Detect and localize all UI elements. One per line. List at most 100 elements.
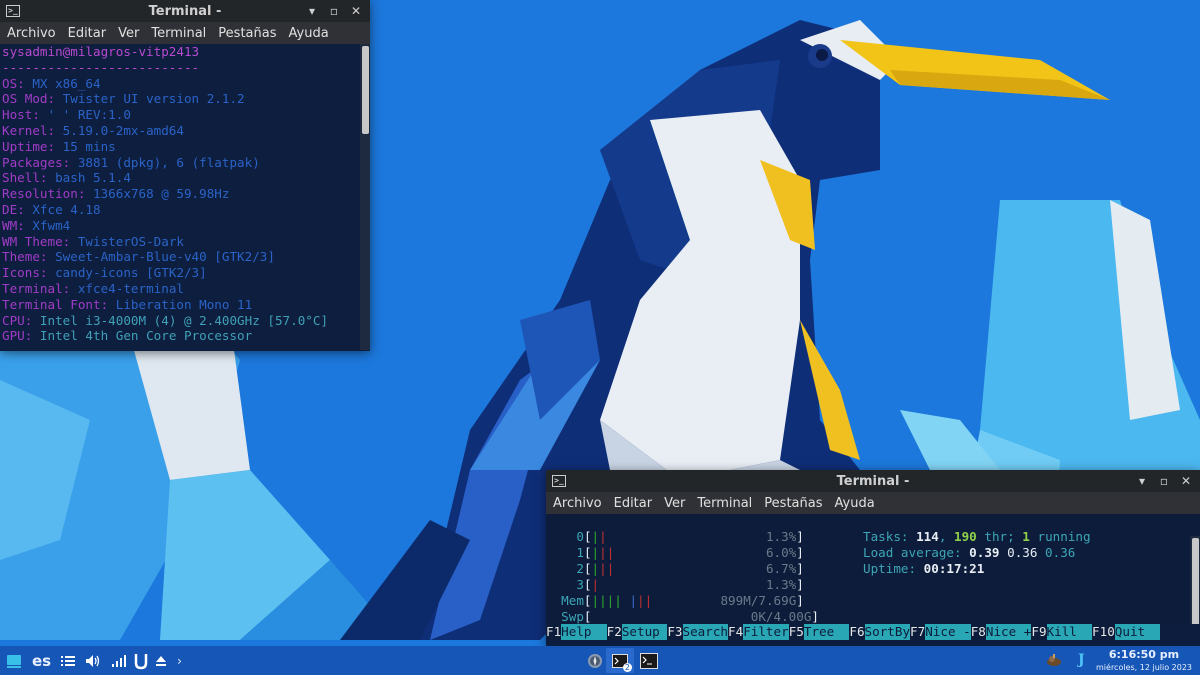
info-value: Liberation Mono 11 bbox=[108, 296, 253, 312]
menu-editar[interactable]: Editar bbox=[62, 26, 113, 41]
taskbar-terminal-button[interactable] bbox=[637, 650, 661, 672]
menu-ayuda[interactable]: Ayuda bbox=[829, 496, 881, 511]
function-key-label: Nice - bbox=[925, 624, 971, 640]
chevron-right-icon[interactable]: › bbox=[177, 646, 182, 675]
info-key: Kernel: bbox=[2, 122, 56, 138]
info-line: Terminal: xfce4-terminal bbox=[2, 281, 370, 297]
info-line: Icons: candy-icons [GTK2/3] bbox=[2, 265, 370, 281]
cpu-percent: 6.0% bbox=[765, 545, 797, 560]
function-key-f9[interactable]: F9 Kill bbox=[1031, 624, 1093, 640]
function-key-f8[interactable]: F8 Nice + bbox=[970, 624, 1032, 640]
menu-editar[interactable]: Editar bbox=[608, 496, 659, 511]
function-key-f3[interactable]: F3 Search bbox=[667, 624, 729, 640]
uptime-label: Uptime: bbox=[863, 561, 917, 576]
function-key-f2[interactable]: F2 Setup bbox=[606, 624, 668, 640]
function-key-f10[interactable]: F10 Quit bbox=[1092, 624, 1161, 640]
network-signal-icon[interactable] bbox=[111, 646, 127, 675]
menu-terminal[interactable]: Terminal bbox=[145, 26, 212, 41]
function-key-number: F10 bbox=[1092, 624, 1115, 640]
task-count-badge: 2 bbox=[622, 663, 632, 672]
mem-value: 899M/7.69G bbox=[720, 593, 797, 608]
function-key-f1[interactable]: F1 Help bbox=[546, 624, 607, 640]
user-host-line: sysadmin@milagros-vitp2413 bbox=[2, 44, 200, 59]
scrollbar-thumb[interactable] bbox=[1192, 538, 1199, 624]
app-menu-icon[interactable] bbox=[6, 646, 22, 675]
taskbar-terminal-group[interactable]: 2 bbox=[606, 648, 634, 673]
menu-ver[interactable]: Ver bbox=[112, 26, 145, 41]
function-key-f4[interactable]: F4 Filter bbox=[728, 624, 789, 640]
weather-icon[interactable] bbox=[1046, 652, 1062, 672]
minimize-button[interactable]: ▾ bbox=[302, 4, 322, 18]
compass-icon[interactable] bbox=[583, 650, 607, 672]
function-key-label: SortBy bbox=[864, 624, 911, 640]
threads-count: 190 bbox=[954, 529, 977, 544]
info-value: 15 mins bbox=[55, 138, 116, 154]
cpu-meter: 3[| 1.3%] bbox=[576, 577, 804, 592]
info-key: Packages: bbox=[2, 154, 71, 170]
close-button[interactable]: ✕ bbox=[1176, 474, 1196, 488]
info-key: DE: bbox=[2, 201, 25, 217]
keyboard-layout-indicator[interactable]: es bbox=[32, 646, 51, 675]
load-5min: 0.36 bbox=[1007, 545, 1038, 560]
scrollbar[interactable] bbox=[1190, 536, 1200, 624]
terminal-window-neofetch[interactable]: >_ Terminal - ▾ ▫ ✕ Archivo Editar Ver T… bbox=[0, 0, 370, 351]
info-line: Kernel: 5.19.0-2mx-amd64 bbox=[2, 123, 370, 139]
info-value: ' ' REV:1.0 bbox=[39, 107, 131, 123]
mem-label: Mem bbox=[561, 593, 584, 608]
info-line: WM Theme: TwisterOS-Dark bbox=[2, 234, 370, 250]
function-key-f6[interactable]: F6 SortBy bbox=[849, 624, 911, 640]
tasks-label: Tasks: bbox=[863, 529, 909, 544]
maximize-button[interactable]: ▫ bbox=[1154, 474, 1174, 488]
terminal-output[interactable]: sysadmin@milagros-vitp2413 --------------… bbox=[0, 44, 370, 350]
scrollbar-thumb[interactable] bbox=[362, 46, 369, 134]
menu-ayuda[interactable]: Ayuda bbox=[283, 26, 335, 41]
info-key: Shell: bbox=[2, 170, 48, 186]
function-key-label: Search bbox=[682, 624, 729, 640]
scrollbar[interactable] bbox=[360, 44, 370, 350]
window-titlebar[interactable]: >_ Terminal - ▾ ▫ ✕ bbox=[0, 0, 370, 22]
htop-output[interactable]: 0[|| 1.3%] 1[||| 6.0%] 2[||| 6.7%] 3[| 1… bbox=[546, 514, 1200, 624]
tasks-count: 114 bbox=[916, 529, 939, 544]
info-value: Twister UI version 2.1.2 bbox=[55, 91, 245, 107]
menu-archivo[interactable]: Archivo bbox=[0, 26, 62, 41]
info-line: DE: Xfce 4.18 bbox=[2, 202, 370, 218]
function-key-label: Filter bbox=[743, 624, 789, 640]
load-15min: 0.36 bbox=[1045, 545, 1076, 560]
info-key: CPU: bbox=[2, 312, 33, 328]
info-line: OS Mod: Twister UI version 2.1.2 bbox=[2, 91, 370, 107]
load-average: Load average: 0.39 0.36 0.36 bbox=[863, 545, 1075, 561]
window-title: Terminal - bbox=[836, 473, 910, 489]
info-line: CPU: Intel i3-4000M (4) @ 2.400GHz [57.0… bbox=[2, 313, 370, 329]
menu-ver[interactable]: Ver bbox=[658, 496, 691, 511]
info-key: Uptime: bbox=[2, 138, 56, 154]
updater-icon[interactable] bbox=[133, 646, 149, 675]
volume-icon[interactable] bbox=[85, 646, 101, 675]
function-key-number: F4 bbox=[728, 624, 744, 640]
updater-tray-icon[interactable]: J bbox=[1078, 652, 1085, 668]
menu-terminal[interactable]: Terminal bbox=[691, 496, 758, 511]
minimize-button[interactable]: ▾ bbox=[1132, 474, 1152, 488]
terminal-window-htop[interactable]: >_ Terminal - ▾ ▫ ✕ Archivo Editar Ver T… bbox=[546, 470, 1200, 646]
clock-time: 6:16:50 pm bbox=[1108, 648, 1180, 661]
function-key-f5[interactable]: F5 Tree bbox=[788, 624, 850, 640]
clock[interactable]: 6:16:50 pm miércoles, 12 julio 2023 bbox=[1088, 646, 1200, 675]
close-button[interactable]: ✕ bbox=[346, 4, 366, 18]
maximize-button[interactable]: ▫ bbox=[324, 4, 344, 18]
menu-pestanas[interactable]: Pestañas bbox=[212, 26, 282, 41]
menu-pestanas[interactable]: Pestañas bbox=[758, 496, 828, 511]
running-label: running bbox=[1037, 529, 1091, 544]
window-titlebar[interactable]: >_ Terminal - ▾ ▫ ✕ bbox=[546, 470, 1200, 492]
info-value: xfce4-terminal bbox=[70, 280, 184, 296]
info-line: Terminal Font: Liberation Mono 11 bbox=[2, 297, 370, 313]
function-key-number: F9 bbox=[1031, 624, 1047, 640]
function-key-f7[interactable]: F7 Nice - bbox=[910, 624, 971, 640]
info-value: 3881 (dpkg), 6 (flatpak) bbox=[70, 154, 260, 170]
menu-archivo[interactable]: Archivo bbox=[546, 496, 608, 511]
info-key: Icons: bbox=[2, 265, 48, 281]
cpu-id: 0 bbox=[576, 529, 584, 544]
info-line: OS: MX x86_64 bbox=[2, 76, 370, 92]
list-icon[interactable] bbox=[61, 646, 76, 675]
eject-icon[interactable] bbox=[155, 646, 167, 675]
uptime: Uptime: 00:17:21 bbox=[863, 561, 984, 577]
load-label: Load average: bbox=[863, 545, 962, 560]
